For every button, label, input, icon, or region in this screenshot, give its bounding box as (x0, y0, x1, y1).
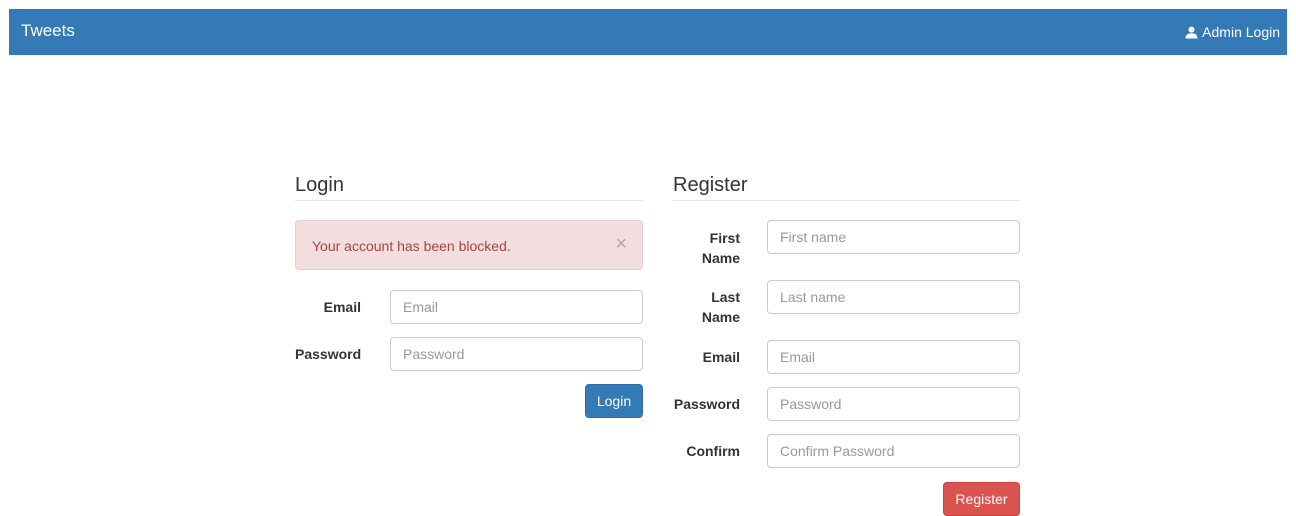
admin-login-label: Admin Login (1202, 24, 1280, 40)
user-icon (1185, 26, 1198, 39)
last-name-label: Last Name (673, 287, 740, 327)
blocked-alert: Your account has been blocked. × (295, 220, 643, 270)
navbar: Tweets Admin Login (9, 9, 1287, 55)
confirm-password-input[interactable] (767, 434, 1020, 468)
alert-message: Your account has been blocked. (312, 238, 511, 254)
first-name-label: First Name (673, 228, 740, 268)
last-name-label-line2: Name (701, 309, 740, 325)
register-password-input[interactable] (767, 387, 1020, 421)
login-password-label: Password (295, 346, 362, 362)
last-name-label-line1: Last (711, 289, 740, 305)
login-button[interactable]: Login (585, 384, 643, 418)
register-button[interactable]: Register (943, 482, 1020, 516)
register-panel: Register First Name Last Name Email Pass… (673, 172, 1020, 516)
register-title: Register (673, 172, 1020, 201)
brand-link[interactable]: Tweets (21, 21, 75, 41)
confirm-password-label: Confirm (686, 443, 740, 459)
admin-login-link[interactable]: Admin Login (1185, 23, 1280, 41)
login-email-input[interactable] (390, 290, 643, 324)
login-password-input[interactable] (390, 337, 643, 371)
first-name-label-line2: Name (701, 250, 740, 266)
first-name-label-line1: First (709, 230, 740, 246)
login-title: Login (295, 172, 643, 201)
first-name-input[interactable] (767, 220, 1020, 254)
close-icon[interactable]: × (615, 234, 627, 254)
register-password-label: Password (673, 396, 740, 412)
last-name-input[interactable] (767, 280, 1020, 314)
register-email-label: Email (702, 349, 740, 365)
login-panel: Login Your account has been blocked. × E… (295, 172, 643, 418)
login-email-label: Email (323, 299, 361, 315)
register-email-input[interactable] (767, 340, 1020, 374)
